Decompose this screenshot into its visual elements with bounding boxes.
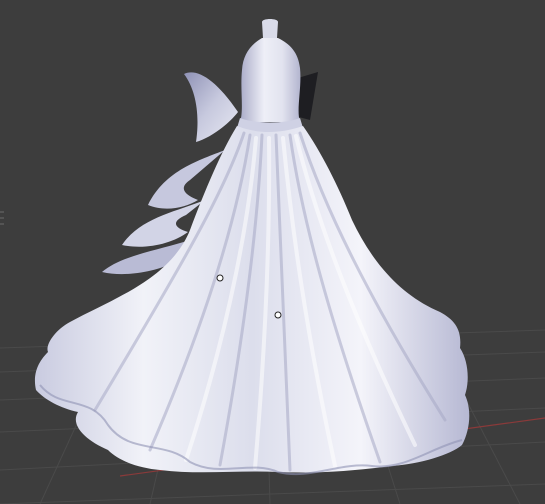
control-point[interactable]: [216, 274, 224, 282]
control-point[interactable]: [274, 311, 282, 319]
dress-skirt: [34, 126, 470, 476]
viewport-canvas[interactable]: [0, 0, 545, 504]
axis-gizmo: [0, 211, 4, 225]
3d-viewport[interactable]: [0, 0, 545, 504]
dress-bodice: [237, 19, 303, 133]
